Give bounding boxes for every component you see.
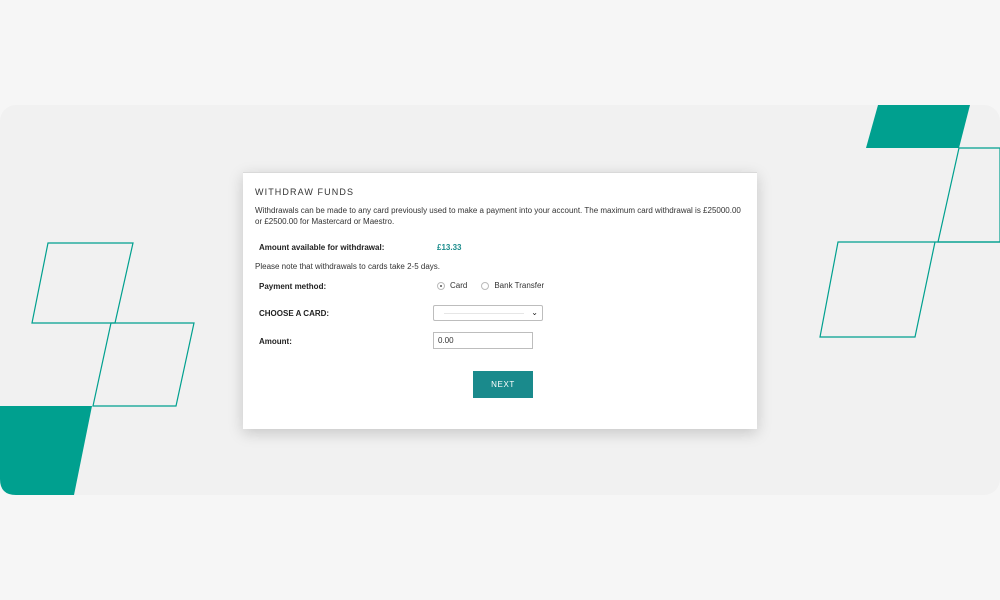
right-parallelogram-outline-bottom [819,241,1000,338]
payment-method-label: Payment method: [259,282,327,291]
card-select[interactable]: ⌄ [433,305,543,321]
chevron-down-icon: ⌄ [531,308,538,317]
next-button[interactable]: NEXT [473,371,533,398]
radio-card-label[interactable]: Card [450,281,467,290]
amount-input[interactable] [433,332,533,349]
left-parallelogram-outline-top [31,242,134,324]
withdraw-description: Withdrawals can be made to any card prev… [255,206,741,226]
processing-note: Please note that withdrawals to cards ta… [255,262,440,271]
amount-label: Amount: [259,337,292,346]
radio-card[interactable] [437,281,445,290]
radio-bank-transfer[interactable] [481,281,490,290]
withdraw-funds-panel: WITHDRAW FUNDS Withdrawals can be made t… [243,172,757,429]
left-parallelogram-outline-bottom [92,322,195,407]
card-select-blurred-value [444,313,524,314]
right-parallelogram-outline-top [937,147,1000,243]
choose-card-label: CHOOSE A CARD: [259,309,330,318]
right-teal-block [866,105,970,148]
available-label: Amount available for withdrawal: [259,243,385,252]
available-amount: £13.33 [437,243,462,252]
page-title: WITHDRAW FUNDS [255,187,355,197]
left-teal-block [0,406,92,495]
payment-method-options: Card Bank Transfer [437,281,558,290]
radio-bank-transfer-label[interactable]: Bank Transfer [494,281,544,290]
